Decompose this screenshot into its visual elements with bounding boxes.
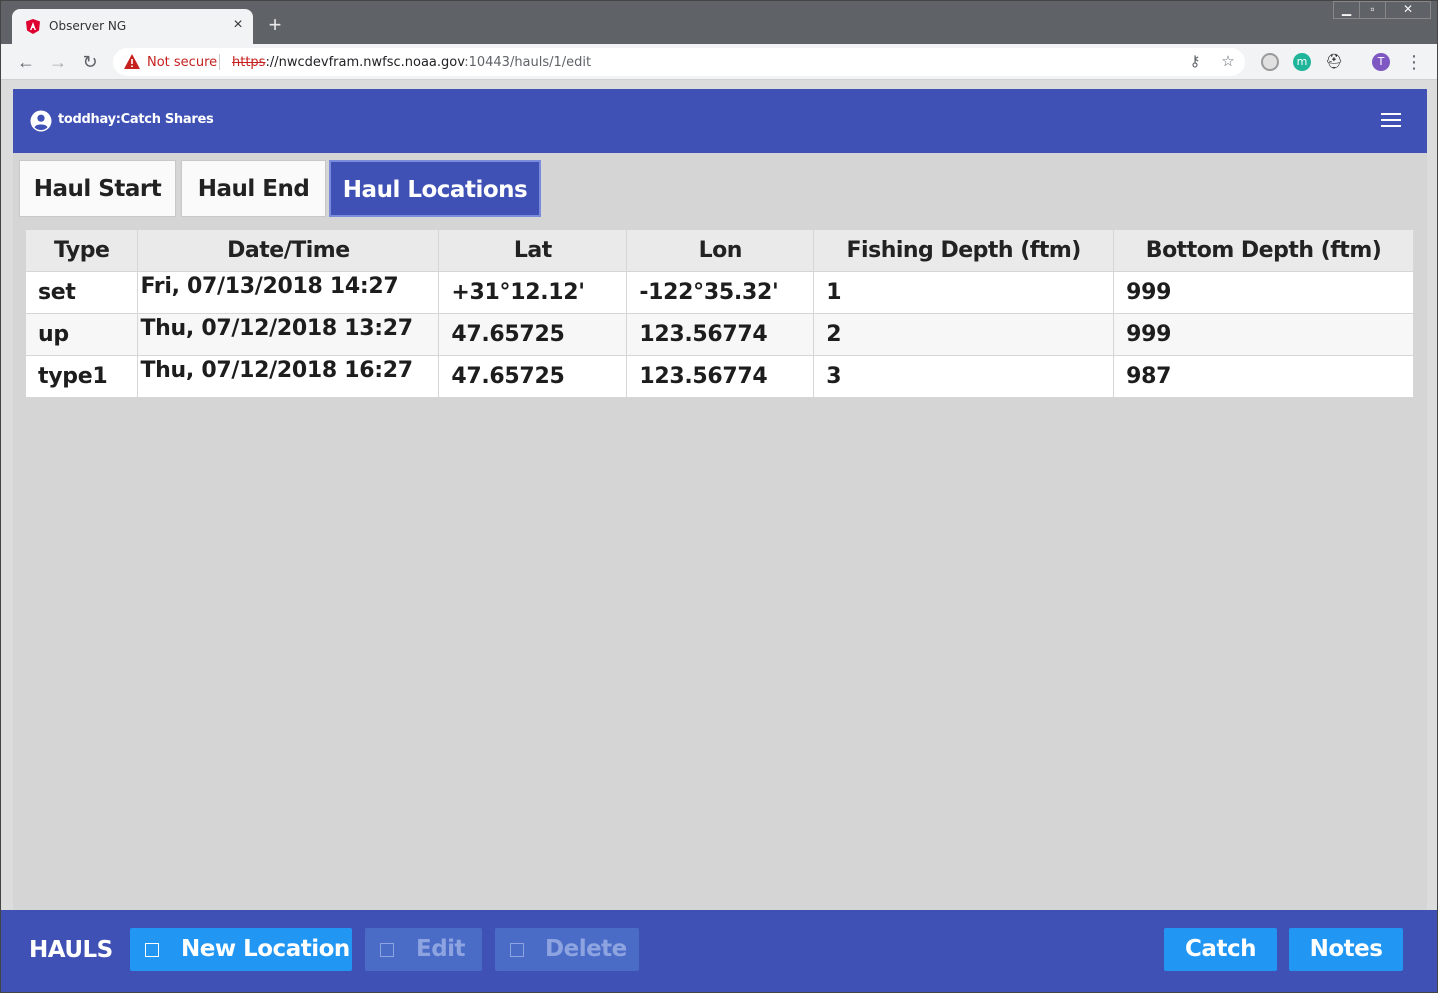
browser-tab[interactable]: Observer NG × — [12, 9, 253, 44]
tab-title: Observer NG — [49, 19, 127, 33]
profile-avatar[interactable]: T — [1372, 53, 1390, 71]
cell-datetime[interactable]: Thu, 07/12/2018 16:27 — [137, 355, 440, 398]
delete-label: Delete — [545, 936, 627, 962]
delete-button[interactable]: Delete — [495, 928, 639, 971]
maximize-icon[interactable]: ▫ — [1359, 1, 1386, 19]
extension-circle-icon[interactable] — [1261, 53, 1279, 71]
warning-icon — [124, 54, 140, 69]
cell-bottom-depth[interactable]: 999 — [1113, 271, 1414, 314]
tab-haul-locations[interactable]: Haul Locations — [329, 160, 541, 217]
cell-datetime[interactable]: Fri, 07/13/2018 14:27 — [137, 271, 440, 314]
edit-icon — [380, 943, 394, 957]
add-icon — [145, 943, 159, 957]
new-tab-button[interactable]: + — [265, 14, 285, 36]
cell-type[interactable]: set — [26, 271, 139, 314]
table-header-row: Type Date/Time Lat Lon Fishing Depth (ft… — [26, 230, 1414, 272]
cell-datetime[interactable]: Thu, 07/12/2018 13:27 — [137, 313, 440, 356]
app-content: toddhay:Catch Shares Haul Start Haul End… — [13, 89, 1427, 910]
extension-m-icon[interactable]: m — [1293, 53, 1311, 71]
locations-table: Type Date/Time Lat Lon Fishing Depth (ft… — [26, 230, 1414, 398]
title-bar: Observer NG × + ▁ ▫ ✕ — [1, 1, 1437, 44]
column-header[interactable]: Bottom Depth (ftm) — [1113, 230, 1414, 272]
url-scheme: https — [232, 55, 266, 70]
back-arrow-icon[interactable]: ← — [15, 51, 37, 73]
window-close-icon[interactable]: ✕ — [1385, 1, 1431, 19]
tab-haul-end[interactable]: Haul End — [181, 160, 326, 217]
minimize-icon[interactable]: ▁ — [1333, 1, 1360, 19]
delete-icon — [510, 943, 524, 957]
edit-button[interactable]: Edit — [365, 928, 482, 971]
tab-haul-start[interactable]: Haul Start — [19, 160, 176, 217]
forward-arrow-icon[interactable]: → — [47, 51, 69, 73]
browser-window: Observer NG × + ▁ ▫ ✕ ← → ↻ Not secure h… — [0, 0, 1438, 993]
user-label: toddhay:Catch Shares — [58, 112, 214, 127]
key-icon[interactable]: ⚷ — [1186, 53, 1204, 71]
cell-type[interactable]: type1 — [26, 355, 139, 398]
url-path: :10443/hauls/1/edit — [464, 55, 592, 70]
browser-menu-icon[interactable]: ⋮ — [1403, 51, 1425, 73]
table-row[interactable]: up Thu, 07/12/2018 13:27 47.65725 123.56… — [26, 313, 1414, 356]
browser-toolbar: ← → ↻ Not secure https://nwcdevfram.nwfs… — [1, 44, 1437, 80]
cell-type[interactable]: up — [26, 313, 139, 356]
cell-fishing-depth[interactable]: 2 — [813, 313, 1115, 356]
divider — [219, 54, 220, 70]
reload-icon[interactable]: ↻ — [79, 51, 101, 73]
cell-bottom-depth[interactable]: 999 — [1113, 313, 1414, 356]
cell-fishing-depth[interactable]: 3 — [813, 355, 1115, 398]
cell-lon[interactable]: 123.56774 — [626, 313, 815, 356]
star-icon[interactable]: ☆ — [1219, 53, 1237, 71]
angular-logo-icon — [26, 19, 40, 34]
cell-lat[interactable]: 47.65725 — [438, 313, 628, 356]
column-header[interactable]: Date/Time — [137, 230, 440, 272]
cell-lon[interactable]: 123.56774 — [626, 355, 815, 398]
cell-lat[interactable]: 47.65725 — [438, 355, 628, 398]
hamburger-menu-icon[interactable] — [1381, 113, 1401, 129]
close-tab-icon[interactable]: × — [230, 16, 246, 34]
table-row[interactable]: type1 Thu, 07/12/2018 16:27 47.65725 123… — [26, 355, 1414, 398]
cell-bottom-depth[interactable]: 987 — [1113, 355, 1414, 398]
url-text[interactable]: https://nwcdevfram.nwfsc.noaa.gov:10443/… — [232, 55, 591, 70]
table-row[interactable]: set Fri, 07/13/2018 14:27 +31°12.12' -12… — [26, 271, 1414, 314]
cell-lat[interactable]: +31°12.12' — [438, 271, 628, 314]
new-location-button[interactable]: New Location — [130, 928, 352, 971]
column-header[interactable]: Lat — [438, 230, 628, 272]
notes-button[interactable]: Notes — [1289, 928, 1403, 971]
section-label: HAULS — [29, 937, 113, 963]
new-location-label: New Location — [181, 936, 350, 962]
window-controls: ▁ ▫ ✕ — [1333, 1, 1431, 19]
column-header[interactable]: Type — [26, 230, 139, 272]
url-host: ://nwcdevfram.nwfsc.noaa.gov — [265, 55, 465, 70]
catch-button[interactable]: Catch — [1164, 928, 1277, 971]
cell-fishing-depth[interactable]: 1 — [813, 271, 1115, 314]
column-header[interactable]: Lon — [626, 230, 815, 272]
account-circle-icon — [30, 110, 52, 132]
security-label[interactable]: Not secure — [147, 55, 217, 70]
column-header[interactable]: Fishing Depth (ftm) — [813, 230, 1115, 272]
app-header: toddhay:Catch Shares — [13, 89, 1427, 153]
edit-label: Edit — [416, 936, 466, 962]
bottom-action-bar: HAULS New Location Edit Delete Catch Not… — [1, 910, 1437, 992]
address-bar[interactable]: Not secure https://nwcdevfram.nwfsc.noaa… — [113, 48, 1245, 76]
extension-spy-icon[interactable]: ⛑ — [1325, 53, 1343, 71]
cell-lon[interactable]: -122°35.32' — [626, 271, 815, 314]
